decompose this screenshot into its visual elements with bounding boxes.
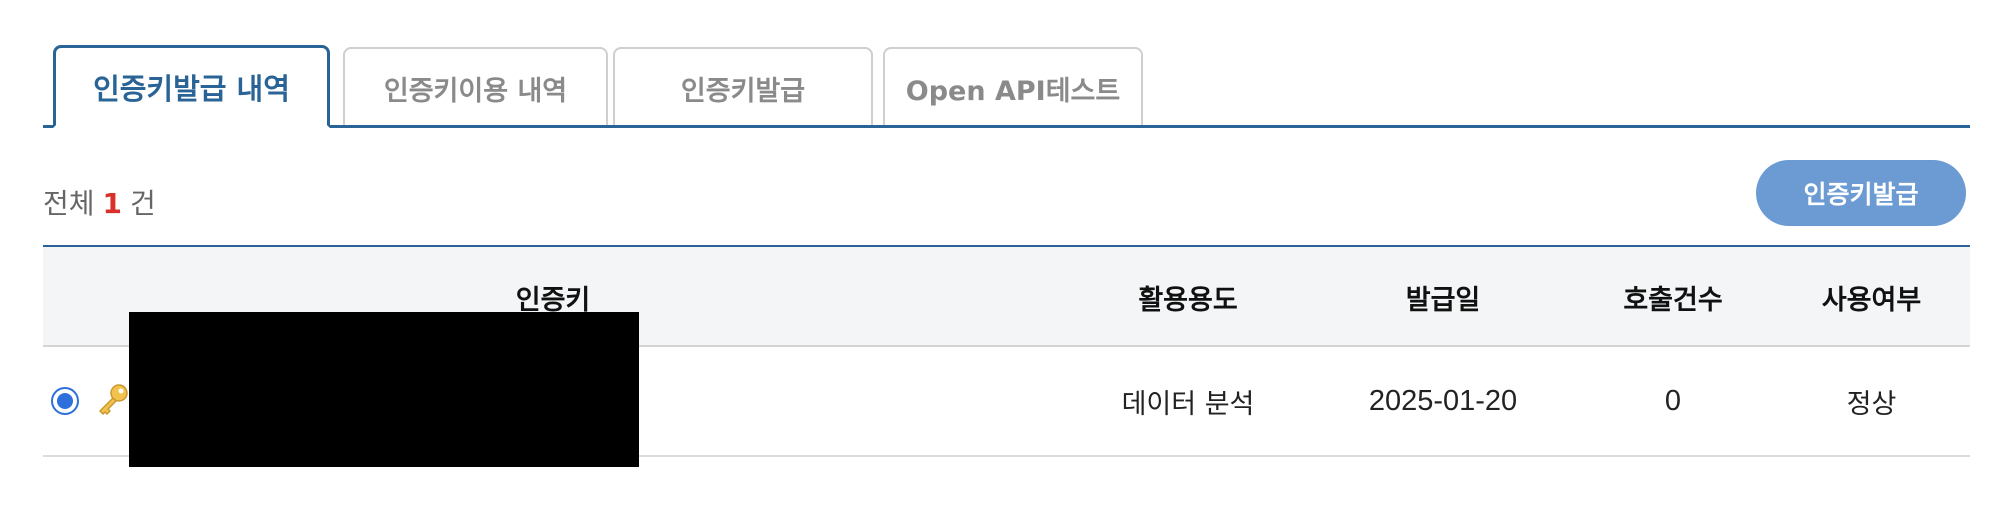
tab-bar: 인증키발급 내역 인증키이용 내역 인증키발급 Open API테스트	[43, 45, 1970, 128]
key-icon	[99, 384, 128, 415]
cell-calls: 0	[1664, 384, 1682, 417]
radio-selected-dot	[57, 393, 73, 409]
tab-key-issue-history[interactable]: 인증키발급 내역	[53, 45, 330, 128]
tab-open-api-test[interactable]: Open API테스트	[883, 47, 1143, 127]
summary-prefix: 전체	[43, 187, 95, 220]
summary-count: 1	[102, 187, 123, 220]
header-calls: 호출건수	[1623, 284, 1723, 316]
redacted-key-block	[129, 312, 639, 467]
issue-key-button[interactable]: 인증키발급	[1756, 160, 1966, 226]
tab-key-usage-history[interactable]: 인증키이용 내역	[343, 47, 608, 127]
header-status: 사용여부	[1821, 284, 1922, 316]
cell-status: 정상	[1846, 388, 1897, 420]
cell-date: 2025-01-20	[1368, 384, 1518, 417]
tab-underline	[43, 125, 1970, 128]
summary-suffix: 건	[130, 187, 156, 220]
header-usage: 활용용도	[1138, 284, 1238, 316]
row-select-radio[interactable]	[51, 387, 79, 415]
cell-usage: 데이터 분석	[1121, 388, 1255, 420]
total-summary: 전체 1 건	[43, 182, 156, 222]
header-date: 발급일	[1405, 284, 1481, 316]
tab-key-issue[interactable]: 인증키발급	[613, 47, 873, 127]
